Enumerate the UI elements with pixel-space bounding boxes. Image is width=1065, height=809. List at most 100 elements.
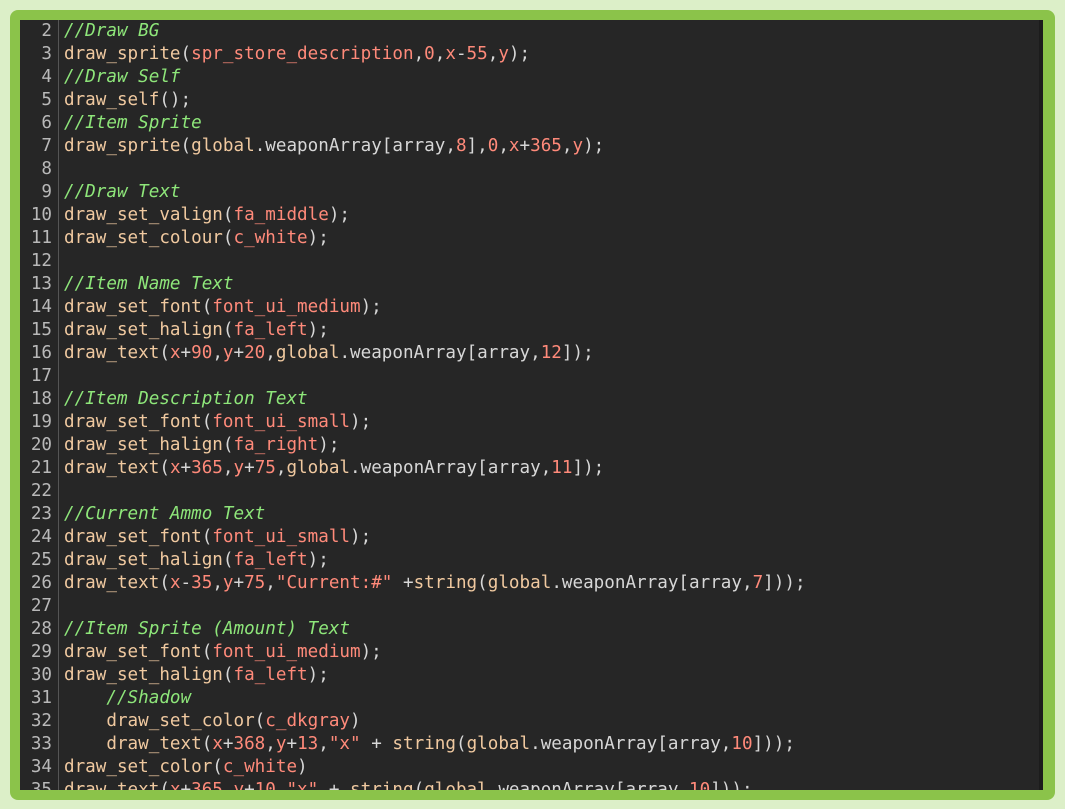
code-text: draw_sprite(global.weaponArray[array,8],… xyxy=(64,135,604,158)
code-text: draw_self(); xyxy=(64,89,191,112)
code-token: 365 xyxy=(530,136,562,156)
code-token: , xyxy=(434,44,446,64)
code-token: .weaponArray[array, xyxy=(339,343,541,363)
code-token: ); xyxy=(508,44,531,64)
code-token: //Item Sprite (Amount) Text xyxy=(64,619,350,639)
code-token: x xyxy=(508,136,520,156)
line-number: 8 xyxy=(41,159,52,179)
code-token: , xyxy=(212,343,223,363)
code-token: ); xyxy=(360,642,382,662)
code-token: global xyxy=(424,780,488,790)
code-token: ( xyxy=(477,573,488,593)
code-token: 75 xyxy=(254,458,276,478)
code-token: ])); xyxy=(763,573,806,593)
line-number: 5 xyxy=(41,90,52,110)
code-token: spr_store_description xyxy=(191,44,414,64)
code-token: .weaponArray[array, xyxy=(551,573,753,593)
code-token: draw_set_font xyxy=(64,297,202,317)
code-token: ])); xyxy=(710,780,753,790)
code-token: fa_right xyxy=(233,435,319,455)
line-number: 25 xyxy=(30,550,52,570)
line-number: 26 xyxy=(30,573,52,593)
code-token: , xyxy=(275,458,287,478)
code-token: draw_set_halign xyxy=(64,435,223,455)
code-text: draw_set_halign(fa_left); xyxy=(64,549,329,572)
code-token: y xyxy=(498,44,509,64)
code-token: ], xyxy=(466,136,488,156)
code-token: "Current:#" xyxy=(275,573,393,593)
code-token: ( xyxy=(413,780,425,790)
code-token: global xyxy=(275,343,340,363)
code-text: //Item Description Text xyxy=(64,388,308,411)
code-token: draw_text xyxy=(64,343,160,363)
line-number: 9 xyxy=(41,182,52,202)
code-token: draw_set_colour xyxy=(64,228,223,248)
code-token: draw_text xyxy=(64,573,160,593)
code-token: 55 xyxy=(466,44,488,64)
code-token: + xyxy=(180,343,192,363)
code-token: string xyxy=(413,573,478,593)
line-number: 16 xyxy=(30,343,52,363)
code-token: ); xyxy=(307,665,329,685)
code-token: ( xyxy=(222,550,234,570)
code-token: draw_set_font xyxy=(64,642,202,662)
code-token: , xyxy=(561,136,573,156)
code-text: draw_set_color(c_white) xyxy=(64,756,308,779)
code-token: ( xyxy=(254,711,266,731)
code-token: ( xyxy=(159,780,170,790)
code-editor[interactable]: 2//Draw BG 3 draw_sprite(spr_store_descrip… xyxy=(20,20,1043,790)
line-number: 23 xyxy=(30,504,52,524)
code-token: draw_sprite xyxy=(64,136,181,156)
code-token: , xyxy=(265,573,276,593)
code-token: fa_left xyxy=(233,550,308,570)
code-token: global xyxy=(466,734,531,754)
code-token: font_ui_small xyxy=(212,412,350,432)
code-token: ( xyxy=(455,734,467,754)
code-token: ]); xyxy=(572,458,605,478)
code-token: + xyxy=(180,780,192,790)
code-token: ); xyxy=(360,297,382,317)
code-token: x xyxy=(169,343,181,363)
line-number: 19 xyxy=(30,412,52,432)
code-token: string xyxy=(350,780,414,790)
code-token: x xyxy=(169,780,181,790)
code-text: //Current Ammo Text xyxy=(64,503,265,526)
code-token: fa_middle xyxy=(233,205,329,225)
code-token: x xyxy=(169,458,181,478)
code-token: + xyxy=(244,780,255,790)
code-text: draw_set_font(font_ui_medium); xyxy=(64,641,382,664)
code-token: .weaponArray[array, xyxy=(487,780,690,790)
code-token: c_dkgray xyxy=(265,711,351,731)
code-token: 90 xyxy=(191,343,213,363)
code-token: 0 xyxy=(487,136,499,156)
code-token: draw_set_halign xyxy=(64,550,223,570)
code-text: //Item Name Text xyxy=(64,273,233,296)
code-token: + xyxy=(392,573,414,593)
code-token: global xyxy=(191,136,255,156)
code-token: 10 xyxy=(254,780,276,790)
code-token: 35 xyxy=(191,573,213,593)
code-token: .weaponArray[array, xyxy=(350,458,552,478)
code-token: //Item Name Text xyxy=(64,274,234,294)
code-token: , xyxy=(222,458,234,478)
code-token: 365 xyxy=(191,780,223,790)
line-number: 17 xyxy=(30,366,52,386)
code-token: + xyxy=(233,573,245,593)
code-token: y xyxy=(222,573,234,593)
code-token: 365 xyxy=(191,458,223,478)
line-number: 6 xyxy=(41,113,52,133)
code-token: ); xyxy=(318,435,340,455)
line-number: 27 xyxy=(30,596,52,616)
code-text: draw_set_colour(c_white); xyxy=(64,227,329,250)
code-token: draw_set_valign xyxy=(64,205,223,225)
code-token: draw_set_font xyxy=(64,412,202,432)
code-token: font_ui_medium xyxy=(212,297,361,317)
code-token: ); xyxy=(307,228,329,248)
code-token: ( xyxy=(201,734,213,754)
line-number: 14 xyxy=(30,297,52,317)
code-token: ( xyxy=(201,412,213,432)
code-token: x xyxy=(212,734,223,754)
code-text: draw_set_font(font_ui_small); xyxy=(64,526,371,549)
line-number: 35 xyxy=(30,780,52,790)
line-number: 10 xyxy=(30,205,52,225)
